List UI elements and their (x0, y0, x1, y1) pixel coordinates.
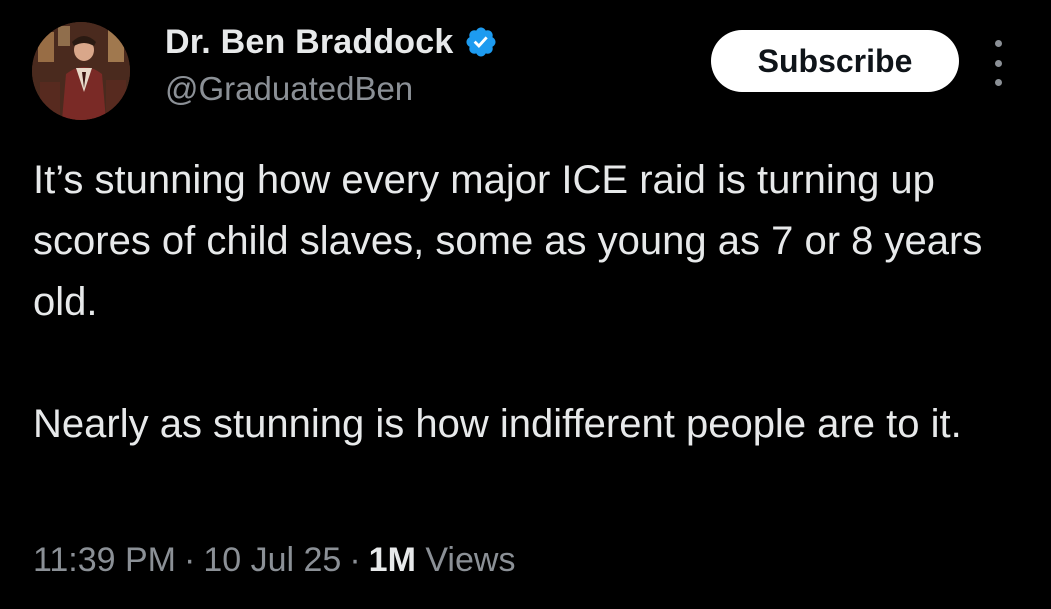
verified-badge-icon[interactable] (464, 25, 498, 59)
views-count: 1M (368, 541, 416, 579)
profile-avatar[interactable] (32, 22, 130, 120)
tweet-paragraph-2: Nearly as stunning is how indifferent pe… (33, 402, 962, 446)
tweet-time[interactable]: 11:39 PM (33, 541, 176, 579)
subscribe-button[interactable]: Subscribe (711, 30, 959, 92)
meta-separator: · (184, 541, 196, 579)
views-label: Views (425, 541, 516, 579)
tweet-date[interactable]: 10 Jul 25 (203, 541, 341, 579)
tweet-paragraph-1: It’s stunning how every major ICE raid i… (33, 158, 983, 324)
avatar-image (32, 22, 130, 120)
author-handle[interactable]: @GraduatedBen (165, 70, 413, 108)
meta-separator: · (349, 541, 361, 579)
tweet-card: Dr. Ben Braddock @GraduatedBen Subscribe… (0, 0, 1051, 609)
more-dot (994, 40, 1002, 47)
author-display-name[interactable]: Dr. Ben Braddock (165, 23, 454, 62)
more-vertical-icon[interactable] (985, 40, 1011, 86)
more-dot (994, 79, 1002, 86)
tweet-body: It’s stunning how every major ICE raid i… (33, 150, 1033, 455)
author-name-row: Dr. Ben Braddock (165, 18, 498, 66)
tweet-meta: 11:39 PM · 10 Jul 25 · 1M Views (33, 541, 515, 580)
more-dot (994, 59, 1002, 67)
